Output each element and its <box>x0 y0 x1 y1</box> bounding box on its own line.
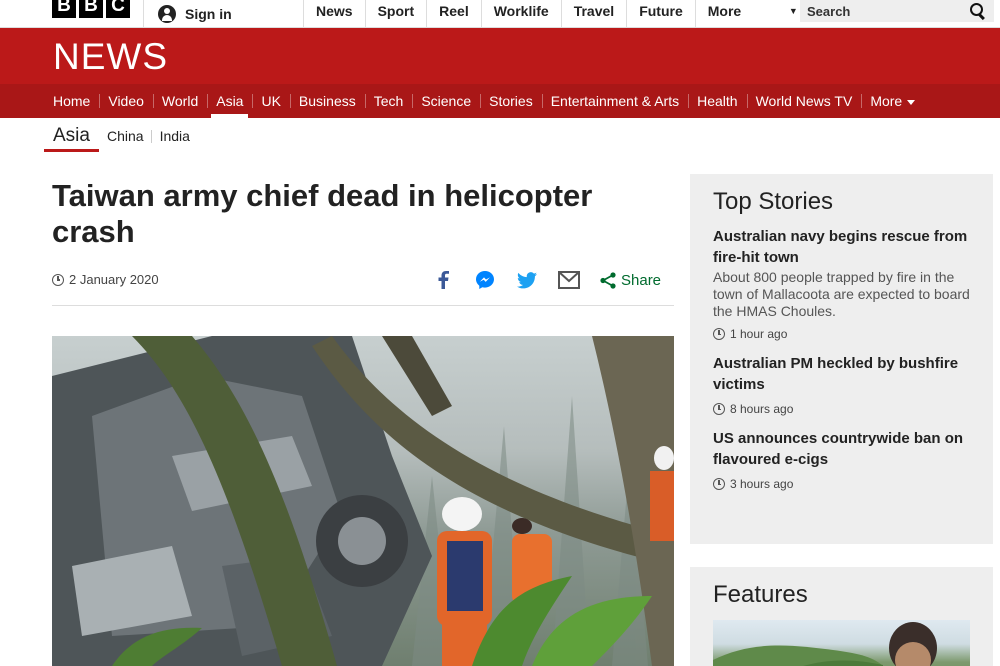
nav-link[interactable]: Health <box>688 84 746 118</box>
nav-item-video[interactable]: Video <box>99 84 153 118</box>
nav-item-more[interactable]: More <box>861 84 924 118</box>
article-lead-image <box>52 336 674 666</box>
top-stories-panel: Top Stories Australian navy begins rescu… <box>690 174 993 544</box>
story-summary: About 800 people trapped by fire in the … <box>713 269 970 319</box>
nav-more-label: More <box>870 93 903 109</box>
section-subnav: Asia China India <box>44 118 198 154</box>
features-panel: Features <box>690 567 993 666</box>
search-placeholder: Search <box>807 3 851 19</box>
nav-item-business[interactable]: Business <box>289 84 365 118</box>
share-button[interactable]: Share <box>600 272 661 289</box>
email-icon[interactable] <box>558 269 580 291</box>
nav-more-button[interactable]: More <box>861 84 924 118</box>
nav-item-entertainment[interactable]: Entertainment & Arts <box>541 84 688 118</box>
search-input[interactable]: Search <box>800 0 994 22</box>
subnav-item-china[interactable]: China <box>99 128 152 144</box>
messenger-icon[interactable] <box>474 269 496 291</box>
clock-icon <box>713 328 725 340</box>
clock-icon <box>713 403 725 415</box>
bbc-logo[interactable]: B B C <box>52 0 130 18</box>
article-meta: 2 January 2020 Share <box>52 266 674 306</box>
clock-icon <box>713 478 725 490</box>
story-title[interactable]: Australian navy begins rescue from fire-… <box>713 226 970 268</box>
global-nav: News Sport Reel Worklife Travel Future M… <box>303 0 808 28</box>
share-label: Share <box>621 271 662 289</box>
share-icon <box>600 271 616 289</box>
clock-icon <box>52 273 64 286</box>
top-stories-heading: Top Stories <box>713 188 834 215</box>
twitter-icon[interactable] <box>516 269 538 291</box>
logo-letter: C <box>106 0 130 18</box>
nav-item-asia[interactable]: Asia <box>207 84 252 118</box>
search-icon[interactable] <box>970 3 986 19</box>
story-title[interactable]: US announces countrywide ban on flavoure… <box>713 428 970 470</box>
global-nav-travel[interactable]: Travel <box>560 0 626 28</box>
global-nav-sport[interactable]: Sport <box>364 0 427 28</box>
top-story-item[interactable]: US announces countrywide ban on flavoure… <box>713 428 970 491</box>
nav-item-health[interactable]: Health <box>688 84 746 118</box>
global-nav-more[interactable]: More ▼ <box>694 0 808 28</box>
nav-link[interactable]: Stories <box>480 84 542 118</box>
nav-link[interactable]: Video <box>99 84 153 118</box>
user-icon <box>158 5 176 23</box>
article-date-text: 2 January 2020 <box>69 272 159 287</box>
top-story-item[interactable]: Australian navy begins rescue from fire-… <box>713 226 970 341</box>
news-logo[interactable]: NEWS <box>53 36 168 78</box>
story-time: 3 hours ago <box>713 477 970 491</box>
nav-item-science[interactable]: Science <box>412 84 480 118</box>
global-nav-more-label: More <box>707 3 742 19</box>
nav-link[interactable]: Science <box>412 84 480 118</box>
sign-in-label: Sign in <box>185 6 232 22</box>
nav-link[interactable]: Asia <box>207 84 252 118</box>
nav-item-tech[interactable]: Tech <box>364 84 413 118</box>
story-time: 8 hours ago <box>713 402 970 416</box>
nav-item-world-news-tv[interactable]: World News TV <box>746 84 862 118</box>
share-tools: Share <box>432 268 661 292</box>
subnav-item-india[interactable]: India <box>150 128 198 144</box>
global-nav-news[interactable]: News <box>303 0 365 28</box>
article-date: 2 January 2020 <box>52 272 159 287</box>
nav-item-world[interactable]: World <box>152 84 207 118</box>
nav-link[interactable]: World <box>153 84 207 118</box>
article-headline: Taiwan army chief dead in helicopter cra… <box>52 178 593 249</box>
nav-item-uk[interactable]: UK <box>252 84 289 118</box>
logo-letter: B <box>52 0 76 18</box>
nav-link[interactable]: Tech <box>365 84 413 118</box>
story-time-text: 3 hours ago <box>730 477 794 491</box>
news-nav: Home Video World Asia UK Business Tech S… <box>0 84 1000 118</box>
feature-image[interactable] <box>713 620 970 666</box>
nav-link[interactable]: World News TV <box>747 84 862 118</box>
subnav-current-section[interactable]: Asia <box>44 118 99 154</box>
facebook-icon[interactable] <box>432 269 454 291</box>
nav-link[interactable]: Entertainment & Arts <box>542 84 688 118</box>
global-header: B B C Sign in News Sport Reel Worklife T… <box>0 0 1000 28</box>
global-nav-worklife[interactable]: Worklife <box>480 0 561 28</box>
nav-link[interactable]: UK <box>252 84 289 118</box>
global-nav-future[interactable]: Future <box>626 0 695 28</box>
story-title[interactable]: Australian PM heckled by bushfire victim… <box>713 353 970 395</box>
news-banner: NEWS <box>0 28 1000 84</box>
sign-in-button[interactable]: Sign in <box>143 0 303 28</box>
nav-item-home[interactable]: Home <box>44 84 99 118</box>
story-time-text: 8 hours ago <box>730 402 794 416</box>
global-nav-reel[interactable]: Reel <box>426 0 481 28</box>
chevron-down-icon <box>907 99 916 105</box>
story-time: 1 hour ago <box>713 327 970 341</box>
top-story-item[interactable]: Australian PM heckled by bushfire victim… <box>713 353 970 416</box>
chevron-down-icon: ▼ <box>788 6 798 16</box>
story-time-text: 1 hour ago <box>730 327 788 341</box>
nav-link[interactable]: Home <box>44 84 99 118</box>
nav-item-stories[interactable]: Stories <box>480 84 542 118</box>
logo-letter: B <box>79 0 103 18</box>
nav-link[interactable]: Business <box>290 84 365 118</box>
features-heading: Features <box>713 581 808 608</box>
